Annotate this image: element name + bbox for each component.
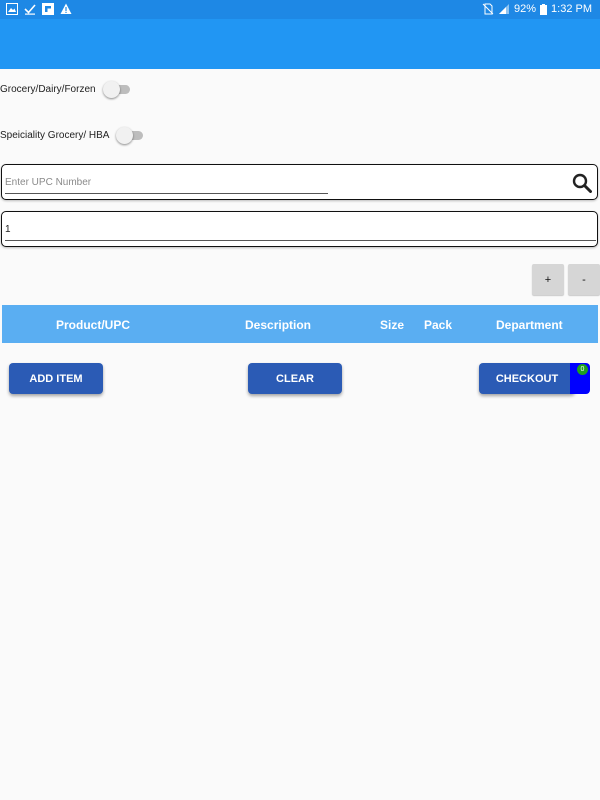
column-header-description: Description xyxy=(245,318,312,332)
column-header-department: Department xyxy=(496,318,563,332)
add-item-button[interactable]: ADD ITEM xyxy=(9,363,103,394)
warning-icon xyxy=(60,3,72,14)
battery-icon xyxy=(540,3,548,15)
grocery-toggle-switch[interactable] xyxy=(102,80,130,98)
app-bar xyxy=(0,19,600,69)
toggle-row-grocery: Grocery/Dairy/Forzen xyxy=(0,80,130,98)
quantity-input[interactable] xyxy=(5,219,596,241)
upc-field-container xyxy=(1,164,598,200)
search-icon xyxy=(572,173,592,193)
status-left-icons xyxy=(6,3,72,15)
column-header-size: Size xyxy=(380,318,405,332)
decrement-button[interactable]: - xyxy=(568,264,600,295)
table-header: Product/UPC Description Size Pack Depart… xyxy=(2,305,598,343)
battery-percent: 92% xyxy=(514,3,537,15)
column-header-product-upc: Product/UPC xyxy=(56,318,131,332)
checkmark-icon xyxy=(24,4,36,15)
cart-indicator[interactable]: 0 xyxy=(570,363,590,394)
upc-input[interactable] xyxy=(5,172,328,194)
toggle-label-speciality: Speiciality Grocery/ HBA xyxy=(0,129,110,141)
search-button[interactable] xyxy=(570,171,594,195)
signal-icon xyxy=(499,4,509,14)
quantity-field-container xyxy=(1,211,598,247)
checkout-button[interactable]: CHECKOUT xyxy=(479,363,575,394)
status-bar: 92% 1:32 PM xyxy=(0,0,600,19)
toggle-thumb xyxy=(116,127,134,144)
image-icon xyxy=(6,3,18,15)
cart-count-badge: 0 xyxy=(577,364,588,375)
checkout-button-container: CHECKOUT 0 xyxy=(479,363,590,394)
column-header-pack: Pack xyxy=(424,318,453,332)
toggle-row-speciality: Speiciality Grocery/ HBA xyxy=(0,126,144,144)
clock: 1:32 PM xyxy=(551,3,592,15)
flipboard-icon xyxy=(42,3,54,15)
speciality-toggle-switch[interactable] xyxy=(116,126,144,144)
no-sim-icon xyxy=(482,3,494,15)
clear-button[interactable]: CLEAR xyxy=(248,363,342,394)
status-right-icons: 92% 1:32 PM xyxy=(482,3,592,15)
toggle-thumb xyxy=(102,81,120,98)
increment-button[interactable]: + xyxy=(532,264,564,295)
toggle-label-grocery: Grocery/Dairy/Forzen xyxy=(0,83,96,95)
